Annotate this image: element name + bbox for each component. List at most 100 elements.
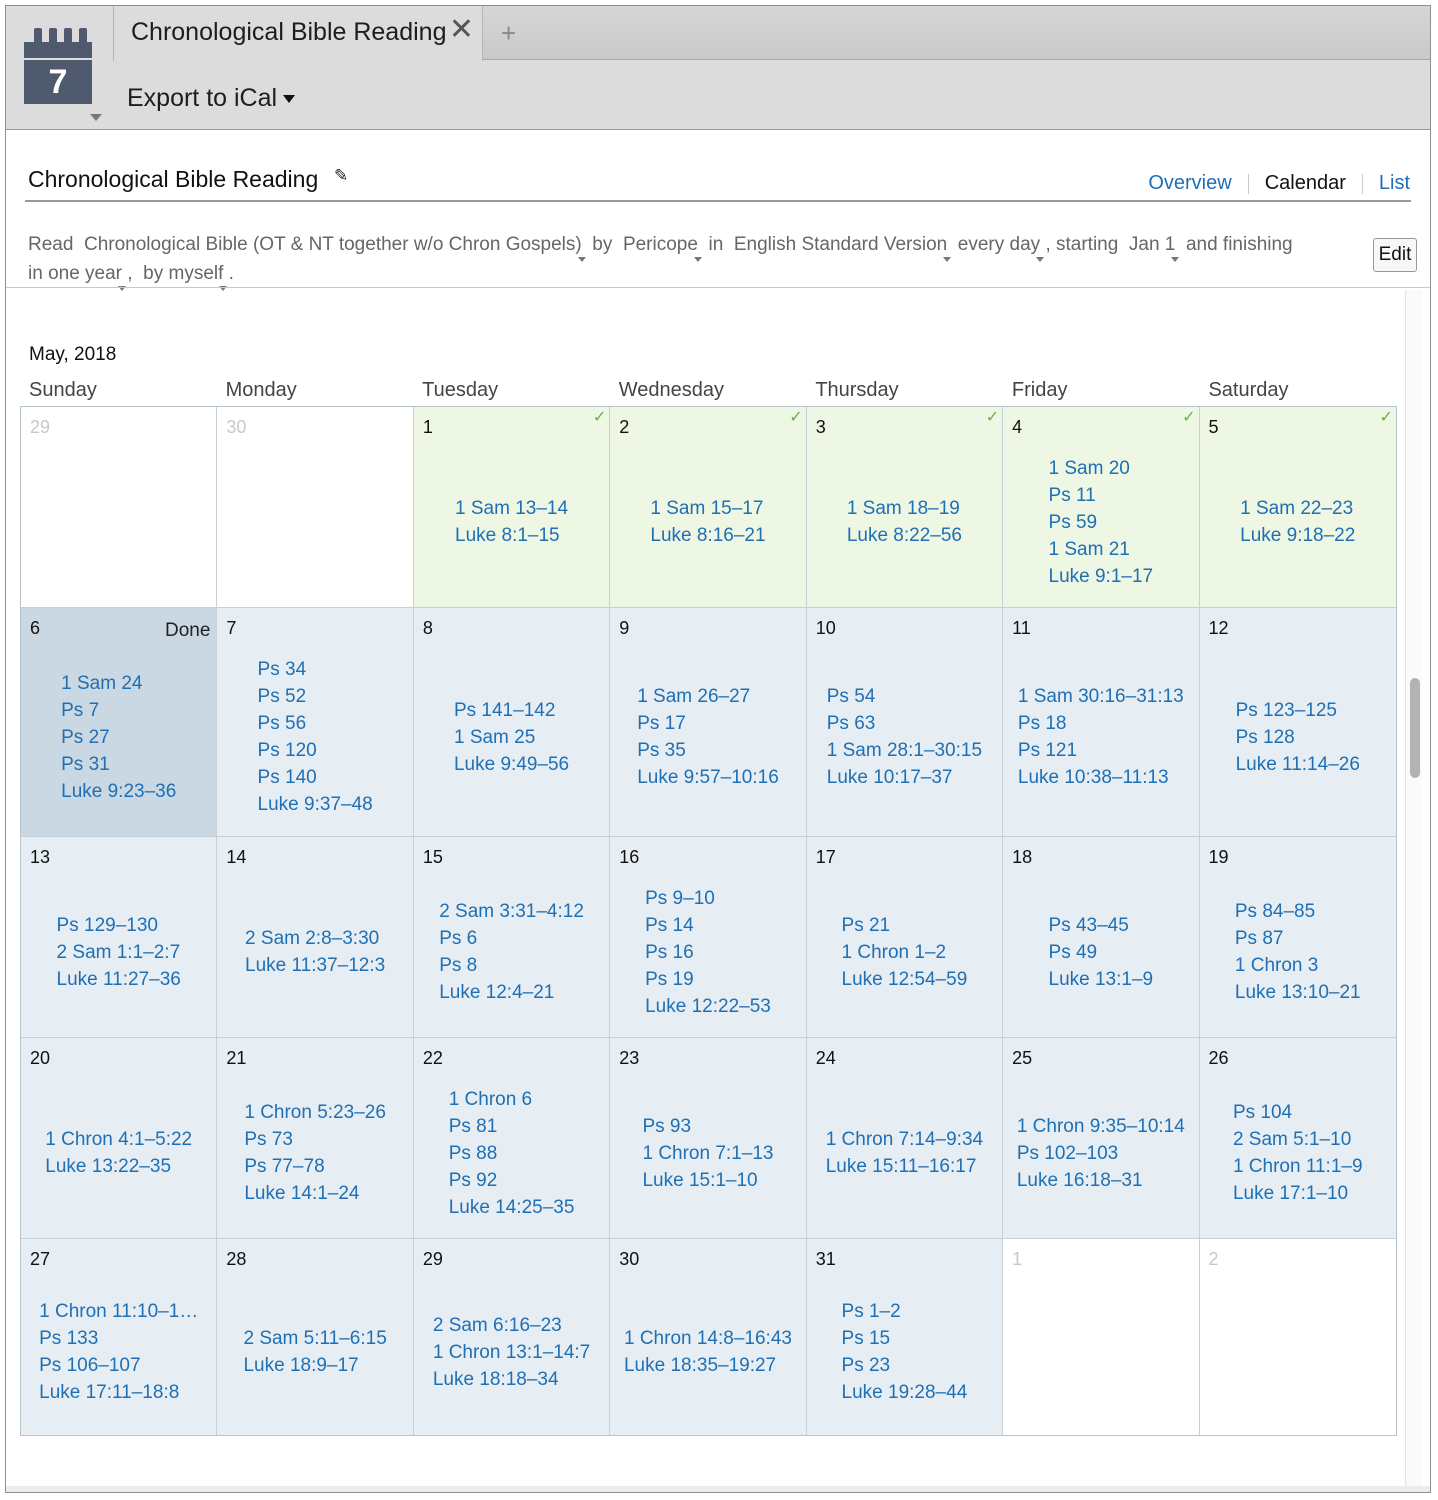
- reading-link[interactable]: Luke 17:1–10: [1233, 1180, 1363, 1207]
- reading-link[interactable]: Ps 73: [244, 1126, 386, 1153]
- calendar-day-cell[interactable]: 29 2 Sam 6:16–23 1 Chron 13:1–14:7 Luke 18:…: [413, 1239, 611, 1435]
- reading-link[interactable]: Ps 140: [258, 764, 373, 791]
- add-tab-button[interactable]: +: [501, 18, 516, 49]
- reading-link[interactable]: 1 Sam 28:1–30:15: [827, 737, 982, 764]
- reading-link[interactable]: Ps 43–45: [1049, 912, 1154, 939]
- calendar-day-cell[interactable]: 25 1 Chron 9:35–10:14 Ps 102–103 Luke 16:18…: [1003, 1038, 1200, 1239]
- calendar-day-cell[interactable]: 6 Done 1 Sam 24 Ps 7 Ps 27 Ps 31 Luke 9:23–36: [21, 608, 218, 837]
- reading-link[interactable]: Luke 13:22–35: [45, 1153, 192, 1180]
- scrollbar[interactable]: [1405, 290, 1422, 1490]
- reading-link[interactable]: Luke 9:18–22: [1240, 522, 1355, 549]
- calendar-day-cell[interactable]: 3 ✓ 1 Sam 18–19 Luke 8:22–56: [806, 407, 1004, 608]
- reading-link[interactable]: Ps 63: [827, 710, 982, 737]
- calendar-day-cell[interactable]: 10 Ps 54 Ps 63 1 Sam 28:1–30:15 Luke 10:17–3…: [806, 608, 1004, 837]
- reading-link[interactable]: Luke 13:10–21: [1235, 979, 1361, 1006]
- reading-link[interactable]: Ps 92: [449, 1167, 575, 1194]
- calendar-day-cell[interactable]: 2: [1199, 1239, 1396, 1435]
- reading-link[interactable]: Luke 12:22–53: [645, 993, 771, 1020]
- reading-link[interactable]: 1 Chron 1–2: [842, 939, 968, 966]
- reading-link[interactable]: Ps 128: [1236, 724, 1360, 751]
- calendar-day-cell[interactable]: 17 Ps 21 1 Chron 1–2 Luke 12:54–59: [806, 837, 1004, 1038]
- reading-link[interactable]: Ps 9–10: [645, 885, 771, 912]
- reading-link[interactable]: Ps 54: [827, 683, 982, 710]
- calendar-day-cell[interactable]: 27 1 Chron 11:10–1… Ps 133 Ps 106–107 Luke 1…: [21, 1239, 218, 1435]
- reading-link[interactable]: 2 Sam 2:8–3:30: [245, 925, 385, 952]
- reading-link[interactable]: Luke 12:4–21: [439, 979, 584, 1006]
- reading-link[interactable]: Luke 12:54–59: [842, 966, 968, 993]
- start-date-dropdown[interactable]: Jan 1: [1129, 234, 1175, 255]
- reading-link[interactable]: Ps 34: [258, 656, 373, 683]
- version-dropdown[interactable]: English Standard Version: [734, 234, 947, 255]
- close-icon[interactable]: ✕: [449, 15, 474, 45]
- reading-link[interactable]: Ps 81: [449, 1113, 575, 1140]
- reading-link[interactable]: Luke 15:1–10: [642, 1167, 773, 1194]
- reading-link[interactable]: Luke 8:22–56: [847, 522, 962, 549]
- scrollbar-thumb[interactable]: [1410, 678, 1420, 778]
- calendar-day-cell[interactable]: 20 1 Chron 4:1–5:22 Luke 13:22–35: [21, 1038, 218, 1239]
- reading-link[interactable]: 1 Chron 4:1–5:22: [45, 1126, 192, 1153]
- reading-link[interactable]: Ps 19: [645, 966, 771, 993]
- reading-link[interactable]: 1 Sam 25: [454, 724, 569, 751]
- reading-link[interactable]: Ps 129–130: [57, 912, 181, 939]
- reading-link[interactable]: Ps 23: [842, 1352, 968, 1379]
- reading-link[interactable]: Luke 8:1–15: [455, 522, 568, 549]
- reading-link[interactable]: Ps 141–142: [454, 697, 569, 724]
- reading-link[interactable]: Ps 88: [449, 1140, 575, 1167]
- reading-link[interactable]: 1 Sam 20: [1049, 455, 1154, 482]
- reading-link[interactable]: Ps 6: [439, 925, 584, 952]
- calendar-day-cell[interactable]: 16 Ps 9–10 Ps 14 Ps 16 Ps 19 Luke 12:22–53: [610, 837, 807, 1038]
- chevron-down-icon[interactable]: [90, 114, 102, 121]
- calendar-day-cell[interactable]: 15 2 Sam 3:31–4:12 Ps 6 Ps 8 Luke 12:4–21: [413, 837, 611, 1038]
- reading-link[interactable]: Ps 18: [1018, 710, 1184, 737]
- tab-chronological-bible-reading[interactable]: Chronological Bible Reading ✕: [113, 6, 483, 61]
- reading-link[interactable]: Ps 35: [637, 737, 779, 764]
- unit-dropdown[interactable]: Pericope: [623, 234, 698, 255]
- reading-link[interactable]: Luke 11:37–12:3: [245, 952, 385, 979]
- calendar-day-cell[interactable]: 22 1 Chron 6 Ps 81 Ps 88 Ps 92 Luke 14:25–35: [413, 1038, 611, 1239]
- tab-list[interactable]: List: [1379, 172, 1410, 195]
- calendar-day-cell[interactable]: 13 Ps 129–130 2 Sam 1:1–2:7 Luke 11:27–36: [21, 837, 218, 1038]
- reading-link[interactable]: Luke 11:27–36: [57, 966, 181, 993]
- edit-button[interactable]: Edit: [1373, 238, 1417, 272]
- reading-link[interactable]: Ps 133: [39, 1325, 198, 1352]
- reading-link[interactable]: 2 Sam 1:1–2:7: [57, 939, 181, 966]
- calendar-day-cell[interactable]: 26 Ps 104 2 Sam 5:1–10 1 Chron 11:1–9 Luke 1…: [1199, 1038, 1396, 1239]
- book-dropdown[interactable]: Chronological Bible (OT & NT together w/…: [84, 234, 582, 255]
- reading-link[interactable]: Luke 16:18–31: [1017, 1167, 1185, 1194]
- reading-link[interactable]: Luke 9:49–56: [454, 751, 569, 778]
- reading-link[interactable]: 1 Chron 3: [1235, 952, 1361, 979]
- reading-link[interactable]: 1 Chron 5:23–26: [244, 1099, 386, 1126]
- calendar-day-cell[interactable]: 29: [21, 407, 218, 608]
- reading-link[interactable]: Ps 15: [842, 1325, 968, 1352]
- reading-link[interactable]: Luke 10:38–11:13: [1018, 764, 1184, 791]
- reading-link[interactable]: 1 Chron 11:1–9: [1233, 1153, 1363, 1180]
- tab-overview[interactable]: Overview: [1148, 172, 1231, 195]
- pencil-icon[interactable]: ✎: [334, 166, 348, 186]
- reading-link[interactable]: Ps 1–2: [842, 1298, 968, 1325]
- calendar-day-cell[interactable]: 2 ✓ 1 Sam 15–17 Luke 8:16–21: [610, 407, 807, 608]
- reading-link[interactable]: Ps 21: [842, 912, 968, 939]
- participants-dropdown[interactable]: by myself: [143, 263, 223, 284]
- calendar-day-cell[interactable]: 21 1 Chron 5:23–26 Ps 73 Ps 77–78 Luke 14:1–…: [217, 1038, 414, 1239]
- reading-link[interactable]: 1 Sam 30:16–31:13: [1018, 683, 1184, 710]
- calendar-day-cell[interactable]: 24 1 Chron 7:14–9:34 Luke 15:11–16:17: [806, 1038, 1004, 1239]
- reading-link[interactable]: Luke 9:1–17: [1049, 563, 1154, 590]
- reading-link[interactable]: 1 Sam 13–14: [455, 495, 568, 522]
- reading-link[interactable]: 1 Chron 13:1–14:7: [433, 1339, 590, 1366]
- reading-link[interactable]: 2 Sam 6:16–23: [433, 1312, 590, 1339]
- reading-link[interactable]: Ps 106–107: [39, 1352, 198, 1379]
- calendar-day-cell[interactable]: 1 ✓ 1 Sam 13–14 Luke 8:1–15: [413, 407, 611, 608]
- reading-link[interactable]: 1 Sam 22–23: [1240, 495, 1355, 522]
- reading-link[interactable]: Ps 7: [61, 697, 176, 724]
- reading-link[interactable]: Luke 13:1–9: [1049, 966, 1154, 993]
- reading-link[interactable]: 1 Chron 6: [449, 1086, 575, 1113]
- frequency-dropdown[interactable]: every day: [958, 234, 1040, 255]
- reading-link[interactable]: Luke 9:23–36: [61, 778, 176, 805]
- reading-link[interactable]: Luke 18:18–34: [433, 1366, 590, 1393]
- reading-link[interactable]: 1 Chron 9:35–10:14: [1017, 1113, 1185, 1140]
- reading-link[interactable]: Ps 17: [637, 710, 779, 737]
- calendar-day-cell[interactable]: 12 Ps 123–125 Ps 128 Luke 11:14–26: [1199, 608, 1396, 837]
- calendar-day-cell[interactable]: 31 Ps 1–2 Ps 15 Ps 23 Luke 19:28–44: [806, 1239, 1004, 1435]
- reading-link[interactable]: Ps 49: [1049, 939, 1154, 966]
- reading-link[interactable]: Ps 77–78: [244, 1153, 386, 1180]
